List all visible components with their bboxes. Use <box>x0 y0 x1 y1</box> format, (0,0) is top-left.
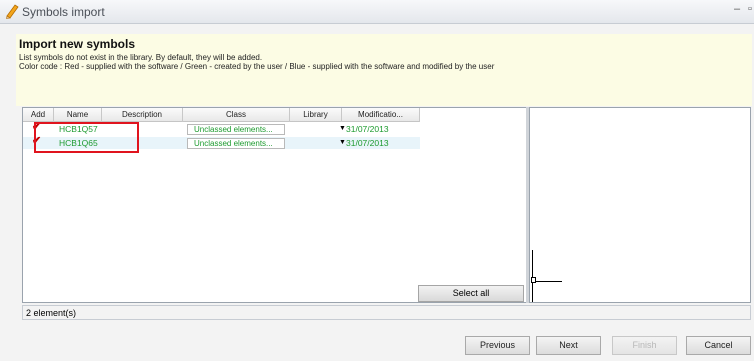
symbol-preview-pane <box>529 107 751 303</box>
window-title: Symbols import <box>22 5 105 19</box>
selection-highlight <box>34 122 139 153</box>
grid-header: Add Name Description Class Library Modif… <box>23 108 420 122</box>
column-header-library[interactable]: Library <box>290 108 342 122</box>
header-title: Import new symbols <box>19 37 136 51</box>
status-bar: 2 element(s) <box>22 305 751 320</box>
class-dropdown[interactable]: Unclassed elements... <box>187 138 285 149</box>
dropdown-arrow-icon[interactable]: ▼ <box>339 125 346 132</box>
cursor-crosshair-center <box>531 277 536 283</box>
header-description: List symbols do not exist in the library… <box>19 53 263 62</box>
info-header: Import new symbols List symbols do not e… <box>16 34 752 106</box>
row-modification-date: 31/07/2013 <box>346 124 389 134</box>
column-header-modification[interactable]: Modificatio... <box>342 108 420 122</box>
cursor-crosshair-vertical <box>532 250 533 302</box>
row-modification-date: 31/07/2013 <box>346 138 389 148</box>
previous-button[interactable]: Previous <box>465 336 530 355</box>
class-dropdown[interactable]: Unclassed elements... <box>187 124 285 135</box>
next-button[interactable]: Next <box>536 336 601 355</box>
select-all-button[interactable]: Select all <box>418 285 524 302</box>
element-count: 2 element(s) <box>26 308 77 318</box>
column-header-class[interactable]: Class <box>183 108 290 122</box>
finish-button[interactable]: Finish <box>612 336 677 355</box>
title-bar: Symbols import – ▫ <box>0 0 754 24</box>
dropdown-arrow-icon[interactable]: ▼ <box>339 139 346 146</box>
cancel-button[interactable]: Cancel <box>686 336 751 355</box>
pencil-edit-icon <box>6 4 19 19</box>
maximize-button[interactable]: ▫ <box>744 3 754 15</box>
column-header-name[interactable]: Name <box>54 108 102 122</box>
minimize-button[interactable]: – <box>731 3 743 15</box>
cursor-crosshair-horizontal <box>532 281 562 282</box>
column-header-description[interactable]: Description <box>102 108 183 122</box>
header-color-code: Color code : Red - supplied with the sof… <box>19 62 495 71</box>
